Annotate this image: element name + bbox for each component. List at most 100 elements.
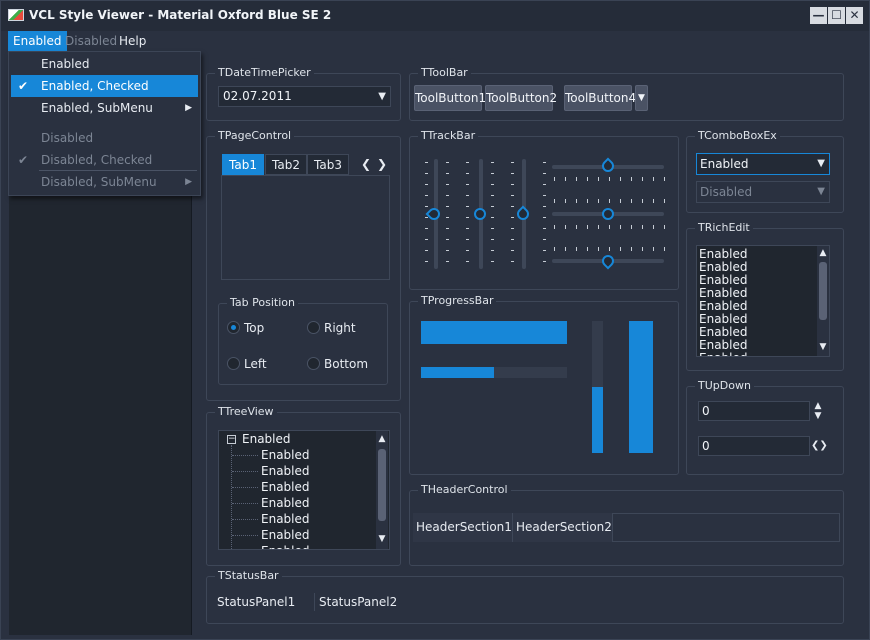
updown-edit-2[interactable]: 0: [698, 436, 810, 456]
menu-item-label: Enabled, Checked: [41, 79, 149, 93]
toolbutton-4[interactable]: ToolButton4: [564, 85, 636, 111]
close-icon[interactable]: ✕: [846, 7, 863, 24]
menu-enabled[interactable]: Enabled: [8, 31, 67, 51]
tree-node[interactable]: Enabled: [261, 513, 310, 526]
chevron-up-icon[interactable]: ▲: [377, 434, 387, 444]
group-title: TProgressBar: [418, 294, 497, 308]
tick-mark: [609, 199, 610, 203]
tick-mark: [466, 250, 469, 251]
tick-mark: [565, 247, 566, 251]
app-window: VCL Style Viewer - Material Oxford Blue …: [0, 0, 870, 640]
tick-mark: [609, 225, 610, 229]
tree-root[interactable]: Enabled: [242, 433, 291, 446]
updown-spin-vertical[interactable]: ▲ ▼: [813, 401, 823, 421]
toolbar-dropdown-button[interactable]: ▼: [635, 85, 648, 111]
tick-mark: [491, 217, 494, 218]
date-picker[interactable]: 02.07.2011 ▼: [218, 86, 391, 107]
tree-node[interactable]: Enabled: [261, 465, 310, 478]
radio-top[interactable]: [227, 321, 240, 334]
tick-mark: [587, 225, 588, 229]
tab-2[interactable]: Tab2: [265, 154, 307, 175]
group-updown: TUpDown: [686, 379, 844, 475]
chevron-left-icon[interactable]: ❮: [361, 154, 371, 175]
tick-mark: [576, 247, 577, 251]
chevron-up-icon[interactable]: ▲: [818, 248, 828, 258]
menu-item[interactable]: Enabled: [11, 53, 198, 75]
tick-mark: [598, 177, 599, 181]
group-title: TTreeView: [215, 405, 277, 419]
tick-mark: [491, 173, 494, 174]
richedit-box[interactable]: Enabled Enabled Enabled Enabled Enabled Enabl…: [696, 245, 830, 357]
header-section-1[interactable]: HeaderSection1: [413, 513, 513, 542]
scroll-thumb[interactable]: [378, 449, 386, 521]
menu-item-label: Disabled, SubMenu: [41, 175, 157, 189]
radio-right[interactable]: [307, 321, 320, 334]
tree-connector: [232, 471, 258, 472]
tick-mark: [620, 199, 621, 203]
menu-help[interactable]: Help: [114, 31, 151, 51]
updown-edit-1[interactable]: 0: [698, 401, 810, 421]
chevron-down-icon[interactable]: ▼: [818, 342, 828, 352]
tick-mark: [576, 199, 577, 203]
treeview-box[interactable]: − Enabled Enabled Enabled Enabled Enabled En…: [218, 430, 390, 550]
chevron-down-icon[interactable]: ▼: [817, 154, 825, 174]
treeview-scrollbar[interactable]: ▲ ▼: [376, 431, 388, 549]
tick-mark: [491, 206, 494, 207]
tree-connector: [232, 455, 258, 456]
tick-mark: [598, 225, 599, 229]
combobox-enabled[interactable]: Enabled ▼: [696, 153, 830, 175]
tick-mark: [653, 225, 654, 229]
minimize-icon[interactable]: —: [810, 7, 827, 24]
scroll-thumb[interactable]: [819, 262, 827, 320]
tree-node[interactable]: Enabled: [261, 545, 310, 550]
toolbutton-2[interactable]: ToolButton2: [485, 85, 557, 111]
tree-node[interactable]: Enabled: [261, 529, 310, 542]
trackbar-thumb[interactable]: [474, 208, 486, 220]
chevron-right-icon[interactable]: ❯: [819, 440, 827, 451]
tick-mark: [587, 177, 588, 181]
tick-mark: [491, 228, 494, 229]
tick-mark: [446, 195, 449, 196]
updown-spin-horizontal[interactable]: ❮❯: [811, 438, 829, 454]
tree-connector: [232, 519, 258, 520]
chevron-down-icon[interactable]: ▼: [378, 87, 386, 106]
tick-mark: [631, 177, 632, 181]
richedit-line: Enabled: [699, 352, 748, 357]
tick-mark: [631, 247, 632, 251]
radio-bottom[interactable]: [307, 357, 320, 370]
tick-mark: [609, 177, 610, 181]
richedit-scrollbar[interactable]: ▲ ▼: [817, 246, 829, 356]
toolbutton-1[interactable]: ToolButton1: [414, 85, 486, 111]
trackbar-thumb[interactable]: [602, 208, 614, 220]
tick-mark: [511, 184, 514, 185]
tick-mark: [446, 206, 449, 207]
progressbar-fill: [421, 321, 567, 344]
tick-mark: [466, 206, 469, 207]
chevron-down-icon[interactable]: ▼: [377, 534, 387, 544]
tab-3[interactable]: Tab3: [307, 154, 349, 175]
tree-node[interactable]: Enabled: [261, 497, 310, 510]
tick-mark: [425, 206, 428, 207]
tick-mark: [446, 217, 449, 218]
title-bar[interactable]: VCL Style Viewer - Material Oxford Blue …: [1, 1, 869, 31]
tree-node[interactable]: Enabled: [261, 481, 310, 494]
maximize-icon[interactable]: ☐: [828, 7, 845, 24]
menu-separator: [39, 170, 197, 171]
tree-node[interactable]: Enabled: [261, 449, 310, 462]
chevron-up-icon[interactable]: ▲: [813, 401, 823, 411]
collapse-icon[interactable]: −: [227, 435, 236, 444]
chevron-down-icon[interactable]: ▼: [813, 411, 823, 421]
radio-left[interactable]: [227, 357, 240, 370]
tick-mark: [653, 247, 654, 251]
menu-item[interactable]: ✔ Enabled, Checked: [11, 75, 198, 97]
group-title: THeaderControl: [418, 483, 511, 497]
tick-mark: [466, 261, 469, 262]
tick-mark: [511, 162, 514, 163]
chevron-right-icon[interactable]: ❯: [377, 154, 387, 175]
menu-item[interactable]: Enabled, SubMenu ▶: [11, 97, 198, 119]
tick-mark: [491, 239, 494, 240]
header-section-2[interactable]: HeaderSection2: [513, 513, 613, 542]
tab-1[interactable]: Tab1: [222, 154, 264, 175]
window-title: VCL Style Viewer - Material Oxford Blue …: [29, 8, 332, 22]
menu-disabled[interactable]: Disabled: [60, 31, 122, 51]
